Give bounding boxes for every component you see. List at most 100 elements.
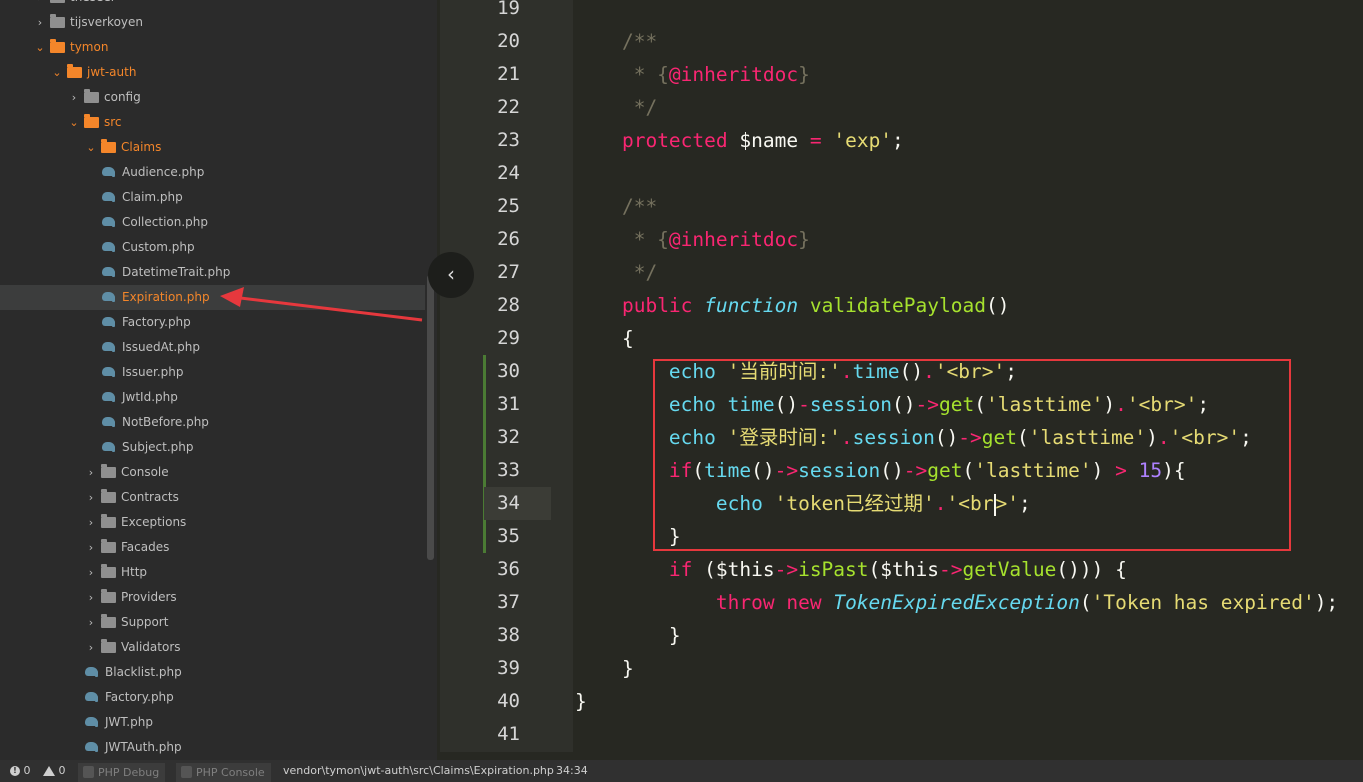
tree-folder[interactable]: › Contracts: [0, 485, 425, 510]
tree-file[interactable]: Expiration.php: [0, 285, 425, 310]
tree-folder[interactable]: › Console: [0, 460, 425, 485]
chevron-right-icon[interactable]: ›: [85, 510, 97, 535]
collapse-sidebar-button[interactable]: ‹: [428, 252, 474, 298]
code-token: /**: [621, 195, 658, 218]
php-file-icon: [85, 717, 98, 727]
php-file-icon: [102, 292, 115, 302]
code-token: (: [692, 558, 716, 581]
tree-item-label: Factory.php: [105, 690, 174, 704]
tree-folder[interactable]: ⌄ tymon: [0, 35, 425, 60]
code-token: * {: [575, 228, 669, 251]
chevron-right-icon[interactable]: ›: [68, 85, 80, 110]
code-line[interactable]: }: [575, 652, 634, 685]
chevron-down-icon[interactable]: ⌄: [51, 60, 63, 85]
php-file-icon: [102, 392, 115, 402]
tree-folder[interactable]: › Support: [0, 610, 425, 635]
code-token: =: [809, 129, 822, 152]
code-line[interactable]: }: [575, 685, 587, 718]
tree-file[interactable]: JWTAuth.php: [0, 735, 425, 760]
chevron-right-icon[interactable]: ›: [85, 635, 97, 660]
tree-folder[interactable]: › tijsverkoyen: [0, 10, 425, 35]
tree-file[interactable]: IssuedAt.php: [0, 335, 425, 360]
code-line[interactable]: {: [575, 322, 634, 355]
chevron-down-icon[interactable]: ⌄: [85, 135, 97, 160]
tree-file[interactable]: Claim.php: [0, 185, 425, 210]
tree-file[interactable]: Factory.php: [0, 310, 425, 335]
chevron-right-icon[interactable]: ›: [34, 0, 46, 10]
code-token: function: [704, 294, 799, 317]
tree-file[interactable]: Blacklist.php: [0, 660, 425, 685]
code-line[interactable]: public function validatePayload(): [575, 289, 1009, 322]
code-token: ())) {: [1056, 558, 1127, 581]
tree-file[interactable]: Audience.php: [0, 160, 425, 185]
chevron-down-icon[interactable]: ⌄: [68, 110, 80, 135]
line-number: 41: [497, 723, 520, 745]
warnings-indicator[interactable]: 0: [43, 760, 66, 782]
tree-folder[interactable]: › theseer: [0, 0, 425, 10]
folder-icon: [50, 39, 65, 53]
php-console-label: PHP Console: [196, 766, 265, 779]
tree-item-label: tijsverkoyen: [70, 15, 143, 29]
code-line[interactable]: protected $name = 'exp';: [575, 124, 904, 157]
chevron-right-icon[interactable]: ›: [34, 10, 46, 35]
tree-file[interactable]: JwtId.php: [0, 385, 425, 410]
tree-folder[interactable]: › Providers: [0, 585, 425, 610]
tree-file[interactable]: Collection.php: [0, 210, 425, 235]
code-line[interactable]: * {@inheritdoc}: [575, 58, 810, 91]
chevron-right-icon[interactable]: ›: [85, 560, 97, 585]
code-line[interactable]: throw new TokenExpiredException('Token h…: [575, 586, 1338, 619]
tree-folder[interactable]: › Validators: [0, 635, 425, 660]
tree-folder[interactable]: ⌄ Claims: [0, 135, 425, 160]
tree-item-label: Audience.php: [122, 165, 205, 179]
code-line[interactable]: */: [575, 256, 658, 289]
line-number: 24: [497, 162, 520, 184]
php-file-icon: [102, 317, 115, 327]
chevron-down-icon[interactable]: ⌄: [34, 35, 46, 60]
line-number: 38: [497, 624, 520, 646]
tree-file[interactable]: Subject.php: [0, 435, 425, 460]
chevron-right-icon[interactable]: ›: [85, 485, 97, 510]
tree-file[interactable]: DatetimeTrait.php: [0, 260, 425, 285]
code-line[interactable]: }: [575, 619, 681, 652]
code-line[interactable]: if ($this->isPast($this->getValue())) {: [575, 553, 1127, 586]
tree-item-label: Console: [121, 465, 169, 479]
errors-indicator[interactable]: ! 0: [10, 760, 31, 782]
code-token: TokenExpiredException: [833, 591, 1080, 614]
sidebar-scrollbar[interactable]: [427, 275, 434, 560]
tree-folder[interactable]: › Http: [0, 560, 425, 585]
tree-folder[interactable]: ⌄ src: [0, 110, 425, 135]
file-path[interactable]: vendor\tymon\jwt-auth\src\Claims\Expirat…: [283, 760, 554, 782]
tree-file[interactable]: JWT.php: [0, 710, 425, 735]
status-bar: ! 0 0 PHP Debug PHP Console vendor\tymon…: [0, 760, 1363, 782]
tree-file[interactable]: Custom.php: [0, 235, 425, 260]
code-line[interactable]: */: [575, 91, 658, 124]
php-debug-tab[interactable]: PHP Debug: [78, 763, 166, 782]
tree-folder[interactable]: › Exceptions: [0, 510, 425, 535]
tree-file[interactable]: Factory.php: [0, 685, 425, 710]
tree-item-label: DatetimeTrait.php: [122, 265, 231, 279]
cursor-position[interactable]: 34:34: [556, 760, 588, 782]
tree-file[interactable]: NotBefore.php: [0, 410, 425, 435]
code-line[interactable]: * {@inheritdoc}: [575, 223, 810, 256]
code-token: {: [575, 327, 634, 350]
chevron-right-icon[interactable]: ›: [85, 585, 97, 610]
code-line[interactable]: /**: [575, 25, 657, 58]
chevron-right-icon[interactable]: ›: [85, 610, 97, 635]
tree-folder[interactable]: › config: [0, 85, 425, 110]
tree-item-label: Subject.php: [122, 440, 194, 454]
php-file-icon: [102, 217, 115, 227]
chevron-right-icon[interactable]: ›: [85, 460, 97, 485]
tree-folder[interactable]: ⌄ jwt-auth: [0, 60, 425, 85]
tree-item-label: Facades: [121, 540, 170, 554]
chevron-right-icon[interactable]: ›: [85, 535, 97, 560]
warning-count: 0: [58, 764, 66, 777]
tree-file[interactable]: Issuer.php: [0, 360, 425, 385]
code-line[interactable]: /**: [575, 190, 657, 223]
tree-item-label: Http: [121, 565, 148, 579]
php-console-tab[interactable]: PHP Console: [176, 763, 271, 782]
line-number: 32: [497, 426, 520, 448]
tree-folder[interactable]: › Facades: [0, 535, 425, 560]
